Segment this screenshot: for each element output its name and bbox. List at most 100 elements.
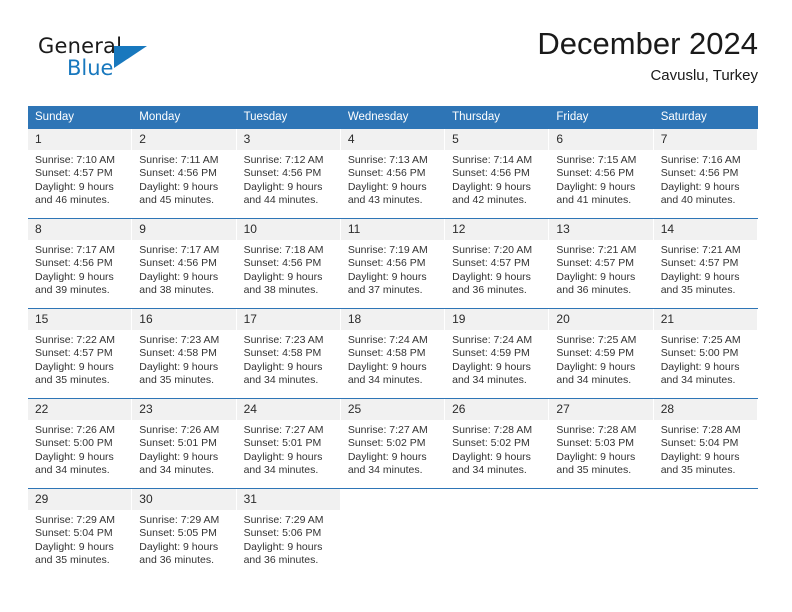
- calendar-day-cell[interactable]: 28 Sunrise: 7:28 AM Sunset: 5:04 PM Dayligh…: [653, 398, 758, 489]
- calendar-day-cell[interactable]: 27 Sunrise: 7:28 AM Sunset: 5:03 PM Dayligh…: [549, 398, 654, 489]
- calendar-day-cell[interactable]: 14 Sunrise: 7:21 AM Sunset: 4:57 PM Dayligh…: [653, 218, 758, 309]
- day-number: 9: [132, 219, 237, 240]
- day-details: Sunrise: 7:28 AM Sunset: 5:04 PM Daylight:…: [654, 420, 758, 485]
- day-number: 4: [340, 129, 446, 150]
- daylight-text-line2: and 34 minutes.: [556, 373, 632, 386]
- calendar-page: General Blue December 2024 Cavuslu, Turk…: [0, 0, 792, 612]
- calendar-day-cell[interactable]: 30 Sunrise: 7:29 AM Sunset: 5:05 PM Dayligh…: [132, 488, 237, 576]
- day-details: Sunrise: 7:23 AM Sunset: 4:58 PM Daylight:…: [237, 330, 341, 395]
- sunset-text: Sunset: 4:56 PM: [660, 167, 739, 180]
- day-details: Sunrise: 7:27 AM Sunset: 5:01 PM Daylight:…: [237, 420, 341, 485]
- daylight-text-line1: Daylight: 9 hours: [243, 270, 323, 283]
- day-details: Sunrise: 7:17 AM Sunset: 4:56 PM Daylight:…: [28, 240, 132, 305]
- daylight-text-line1: Daylight: 9 hours: [556, 180, 636, 193]
- calendar-day-cell[interactable]: 20 Sunrise: 7:25 AM Sunset: 4:59 PM Dayligh…: [549, 308, 654, 399]
- calendar-day-cell[interactable]: 17 Sunrise: 7:23 AM Sunset: 4:58 PM Dayligh…: [236, 308, 341, 399]
- daylight-text-line1: Daylight: 9 hours: [347, 270, 427, 283]
- daylight-text-line2: and 40 minutes.: [660, 193, 736, 206]
- sunrise-text: Sunrise: 7:14 AM: [452, 154, 533, 166]
- calendar-day-cell[interactable]: 31 Sunrise: 7:29 AM Sunset: 5:06 PM Dayligh…: [236, 488, 341, 576]
- daylight-text-line1: Daylight: 9 hours: [556, 360, 636, 373]
- daylight-text-line2: and 36 minutes.: [556, 283, 632, 296]
- sunset-text: Sunset: 4:58 PM: [139, 347, 217, 360]
- daylight-text-line1: Daylight: 9 hours: [35, 540, 114, 553]
- daylight-text-line2: and 35 minutes.: [660, 463, 736, 476]
- day-details: Sunrise: 7:19 AM Sunset: 4:56 PM Daylight:…: [341, 240, 445, 305]
- day-number: 5: [445, 129, 550, 150]
- daylight-text-line1: Daylight: 9 hours: [35, 270, 114, 283]
- calendar-day-cell[interactable]: 9 Sunrise: 7:17 AM Sunset: 4:56 PM Daylight…: [132, 218, 237, 309]
- day-number: 22: [28, 399, 133, 420]
- calendar-day-cell[interactable]: 6 Sunrise: 7:15 AM Sunset: 4:56 PM Daylight…: [549, 128, 654, 219]
- day-number: 11: [340, 219, 446, 240]
- day-details: Sunrise: 7:25 AM Sunset: 4:59 PM Daylight:…: [549, 330, 653, 395]
- calendar-day-cell[interactable]: 22 Sunrise: 7:26 AM Sunset: 5:00 PM Dayligh…: [28, 398, 133, 489]
- calendar-day-cell[interactable]: 26 Sunrise: 7:28 AM Sunset: 5:02 PM Dayligh…: [445, 398, 550, 489]
- day-number: 27: [549, 399, 654, 420]
- brand-logo[interactable]: General Blue: [38, 34, 168, 90]
- sunset-text: Sunset: 4:56 PM: [347, 257, 426, 270]
- day-details: Sunrise: 7:20 AM Sunset: 4:57 PM Daylight:…: [445, 240, 549, 305]
- day-details: Sunrise: 7:15 AM Sunset: 4:56 PM Daylight:…: [549, 150, 653, 215]
- calendar-day-cell[interactable]: 24 Sunrise: 7:27 AM Sunset: 5:01 PM Dayligh…: [236, 398, 341, 489]
- day-number: 18: [340, 309, 446, 330]
- sunrise-text: Sunrise: 7:27 AM: [243, 424, 324, 436]
- daylight-text-line2: and 42 minutes.: [452, 193, 527, 206]
- page-title: December 2024: [537, 26, 758, 61]
- sunrise-text: Sunrise: 7:20 AM: [452, 244, 533, 256]
- sunset-text: Sunset: 5:05 PM: [139, 527, 217, 540]
- daylight-text-line1: Daylight: 9 hours: [35, 450, 114, 463]
- calendar-day-cell[interactable]: 7 Sunrise: 7:16 AM Sunset: 4:56 PM Daylight…: [653, 128, 758, 219]
- day-details: Sunrise: 7:11 AM Sunset: 4:56 PM Daylight:…: [132, 150, 236, 215]
- calendar-day-cell[interactable]: 5 Sunrise: 7:14 AM Sunset: 4:56 PM Daylight…: [445, 128, 550, 219]
- day-details: Sunrise: 7:29 AM Sunset: 5:04 PM Daylight:…: [28, 510, 132, 575]
- day-details: [341, 497, 445, 509]
- calendar-day-cell[interactable]: 15 Sunrise: 7:22 AM Sunset: 4:57 PM Dayligh…: [28, 308, 133, 399]
- calendar-day-cell[interactable]: 25 Sunrise: 7:27 AM Sunset: 5:02 PM Dayligh…: [340, 398, 446, 489]
- daylight-text-line2: and 34 minutes.: [243, 463, 319, 476]
- sunrise-text: Sunrise: 7:29 AM: [139, 514, 220, 526]
- calendar-day-cell[interactable]: 8 Sunrise: 7:17 AM Sunset: 4:56 PM Daylight…: [28, 218, 133, 309]
- calendar-day-cell[interactable]: 16 Sunrise: 7:23 AM Sunset: 4:58 PM Dayligh…: [132, 308, 237, 399]
- daylight-text-line2: and 36 minutes.: [243, 553, 319, 566]
- calendar-day-cell[interactable]: 21 Sunrise: 7:25 AM Sunset: 5:00 PM Dayligh…: [653, 308, 758, 399]
- day-number: 16: [132, 309, 237, 330]
- daylight-text-line1: Daylight: 9 hours: [35, 360, 114, 373]
- daylight-text-line1: Daylight: 9 hours: [452, 180, 531, 193]
- daylight-text-line2: and 39 minutes.: [35, 283, 110, 296]
- sunset-text: Sunset: 4:58 PM: [347, 347, 426, 360]
- calendar-day-cell[interactable]: 19 Sunrise: 7:24 AM Sunset: 4:59 PM Dayligh…: [445, 308, 550, 399]
- calendar-day-cell[interactable]: 23 Sunrise: 7:26 AM Sunset: 5:01 PM Dayligh…: [132, 398, 237, 489]
- calendar-day-cell[interactable]: 18 Sunrise: 7:24 AM Sunset: 4:58 PM Dayligh…: [340, 308, 446, 399]
- day-details: Sunrise: 7:10 AM Sunset: 4:57 PM Daylight:…: [28, 150, 132, 215]
- calendar-day-cell[interactable]: 1 Sunrise: 7:10 AM Sunset: 4:57 PM Daylight…: [28, 128, 133, 219]
- sunrise-text: Sunrise: 7:28 AM: [660, 424, 741, 436]
- calendar-day-cell[interactable]: 13 Sunrise: 7:21 AM Sunset: 4:57 PM Dayligh…: [549, 218, 654, 309]
- calendar-day-cell[interactable]: 2 Sunrise: 7:11 AM Sunset: 4:56 PM Daylight…: [132, 128, 237, 219]
- sunrise-text: Sunrise: 7:26 AM: [35, 424, 115, 436]
- daylight-text-line1: Daylight: 9 hours: [347, 360, 427, 373]
- calendar-day-cell[interactable]: 11 Sunrise: 7:19 AM Sunset: 4:56 PM Dayligh…: [340, 218, 446, 309]
- sunset-text: Sunset: 5:02 PM: [347, 437, 426, 450]
- sunrise-text: Sunrise: 7:25 AM: [556, 334, 637, 346]
- daylight-text-line2: and 34 minutes.: [452, 373, 527, 386]
- day-details: Sunrise: 7:25 AM Sunset: 5:00 PM Daylight:…: [654, 330, 758, 395]
- sunrise-text: Sunrise: 7:29 AM: [243, 514, 324, 526]
- calendar-day-cell[interactable]: 12 Sunrise: 7:20 AM Sunset: 4:57 PM Dayligh…: [445, 218, 550, 309]
- day-details: Sunrise: 7:21 AM Sunset: 4:57 PM Daylight:…: [549, 240, 653, 305]
- day-number: 13: [549, 219, 654, 240]
- calendar-day-cell[interactable]: 29 Sunrise: 7:29 AM Sunset: 5:04 PM Dayligh…: [28, 488, 133, 576]
- sunrise-text: Sunrise: 7:16 AM: [660, 154, 741, 166]
- calendar-day-cell[interactable]: 10 Sunrise: 7:18 AM Sunset: 4:56 PM Dayligh…: [236, 218, 341, 309]
- calendar-day-cell[interactable]: 3 Sunrise: 7:12 AM Sunset: 4:56 PM Daylight…: [236, 128, 341, 219]
- weekday-header-saturday: Saturday: [653, 106, 758, 129]
- calendar-day-cell[interactable]: 4 Sunrise: 7:13 AM Sunset: 4:56 PM Daylight…: [340, 128, 446, 219]
- daylight-text-line2: and 34 minutes.: [139, 463, 214, 476]
- calendar-week-row: 8 Sunrise: 7:17 AM Sunset: 4:56 PM Daylight…: [28, 218, 758, 309]
- day-number: 29: [28, 489, 133, 510]
- day-number: 19: [445, 309, 550, 330]
- daylight-text-line2: and 41 minutes.: [556, 193, 632, 206]
- day-number: 3: [236, 129, 341, 150]
- calendar-week-row: 15 Sunrise: 7:22 AM Sunset: 4:57 PM Dayligh…: [28, 308, 758, 399]
- calendar-day-cell-empty: [549, 488, 654, 576]
